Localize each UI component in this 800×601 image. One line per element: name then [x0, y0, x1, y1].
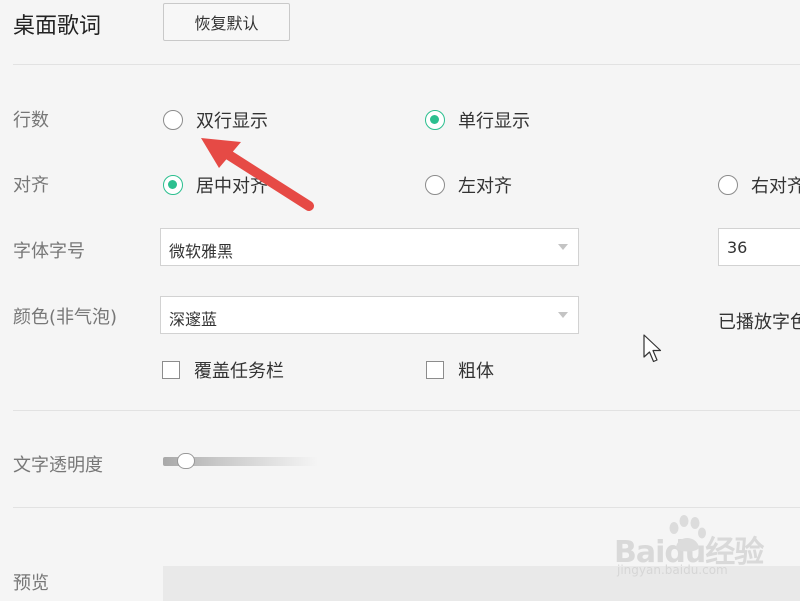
restore-defaults-button[interactable]: 恢复默认	[163, 3, 290, 41]
radio-circle-checked	[163, 175, 183, 195]
radio-label: 左对齐	[458, 176, 512, 197]
caret-down-icon	[558, 312, 568, 318]
select-value: 深邃蓝	[169, 310, 218, 329]
color-label: 颜色(非气泡)	[13, 307, 118, 328]
watermark-url: jingyan.baidu.com	[617, 563, 728, 577]
divider	[13, 507, 800, 508]
radio-align-right[interactable]: 右对齐	[718, 172, 800, 198]
radio-circle	[718, 175, 738, 195]
radio-label: 右对齐	[751, 176, 800, 197]
paw-icon	[669, 515, 706, 552]
divider	[13, 410, 800, 411]
checkbox-label: 覆盖任务栏	[194, 361, 284, 382]
radio-double-line[interactable]: 双行显示	[163, 107, 268, 133]
section-title: 桌面歌词	[13, 14, 102, 39]
cover-taskbar-checkbox[interactable]: 覆盖任务栏	[162, 357, 284, 383]
radio-align-left[interactable]: 左对齐	[425, 172, 512, 198]
radio-circle	[425, 175, 445, 195]
font-family-select[interactable]: 微软雅黑	[160, 228, 579, 266]
radio-circle-checked	[425, 110, 445, 130]
played-color-label: 已播放字色	[718, 312, 800, 333]
radio-label: 双行显示	[196, 111, 268, 132]
font-size-input[interactable]: 36	[718, 228, 800, 266]
checkbox-label: 粗体	[458, 361, 494, 382]
red-arrow-icon	[201, 138, 314, 211]
preview-label: 预览	[13, 573, 49, 594]
radio-single-line[interactable]: 单行显示	[425, 107, 530, 133]
lines-label: 行数	[13, 110, 49, 131]
baidu-jingyan-watermark: Baidu经验 jingyan.baidu.com	[612, 515, 772, 581]
color-select[interactable]: 深邃蓝	[160, 296, 579, 334]
radio-circle	[163, 110, 183, 130]
divider	[13, 64, 800, 65]
caret-down-icon	[558, 244, 568, 250]
align-label: 对齐	[13, 175, 49, 196]
opacity-label: 文字透明度	[13, 455, 103, 476]
desktop-lyrics-settings-panel: 桌面歌词 恢复默认 行数 双行显示 单行显示 对齐 居中对齐 左对齐 右对齐 字…	[0, 0, 800, 601]
select-value: 微软雅黑	[169, 242, 234, 261]
checkbox-box	[162, 361, 180, 379]
radio-label: 单行显示	[458, 111, 530, 132]
font-label: 字体字号	[13, 241, 85, 262]
opacity-slider-thumb[interactable]	[176, 453, 195, 469]
checkbox-box	[426, 361, 444, 379]
bold-checkbox[interactable]: 粗体	[426, 357, 494, 383]
mouse-pointer-icon	[643, 334, 662, 363]
